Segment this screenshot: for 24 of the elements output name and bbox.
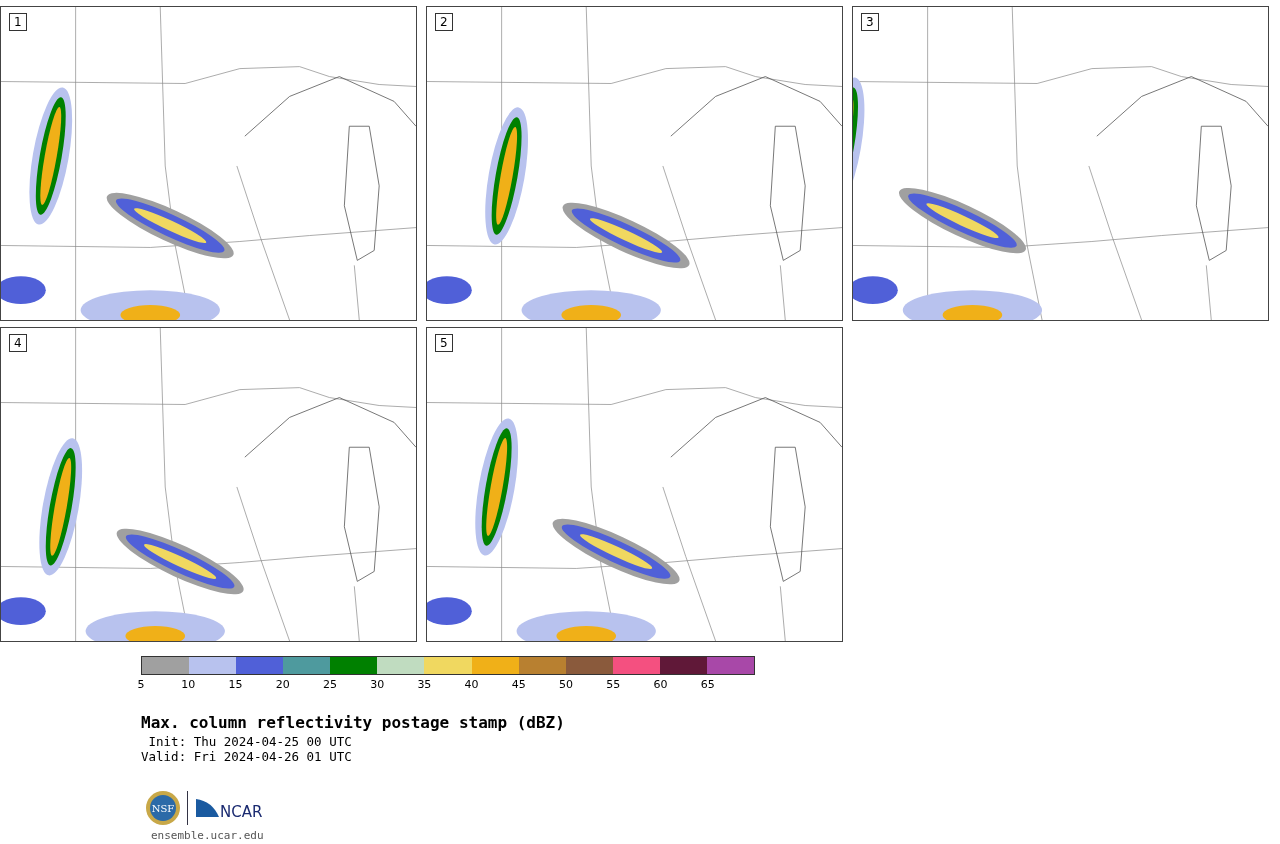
tick-label: 60 (653, 678, 668, 691)
valid-time: Valid: Fri 2024-04-26 01 UTC (141, 749, 353, 764)
tick-label: 30 (370, 678, 385, 691)
tick-label: 25 (322, 678, 337, 691)
tick-label: 10 (181, 678, 196, 691)
ncar-logo: NCAR (194, 797, 270, 819)
panel-number: 3 (861, 13, 879, 31)
tick-label: 45 (511, 678, 526, 691)
chart-title: Max. column reflectivity postage stamp (dBZ) (141, 713, 566, 732)
panel-number: 1 (9, 13, 27, 31)
tick-label: 65 (700, 678, 715, 691)
nsf-logo: NSF (145, 790, 181, 826)
tick-label: 20 (275, 678, 290, 691)
panel-number: 4 (9, 334, 27, 352)
tick-label: 50 (559, 678, 574, 691)
panel-number: 2 (435, 13, 453, 31)
tick-label: 55 (606, 678, 621, 691)
tick-label: 5 (137, 678, 145, 691)
tick-label: 35 (417, 678, 432, 691)
panel-number: 5 (435, 334, 453, 352)
init-time: Init: Thu 2024-04-25 00 UTC (147, 734, 353, 749)
tick-label: 40 (464, 678, 479, 691)
tick-label: 15 (228, 678, 243, 691)
site-url: ensemble.ucar.edu (151, 829, 265, 842)
